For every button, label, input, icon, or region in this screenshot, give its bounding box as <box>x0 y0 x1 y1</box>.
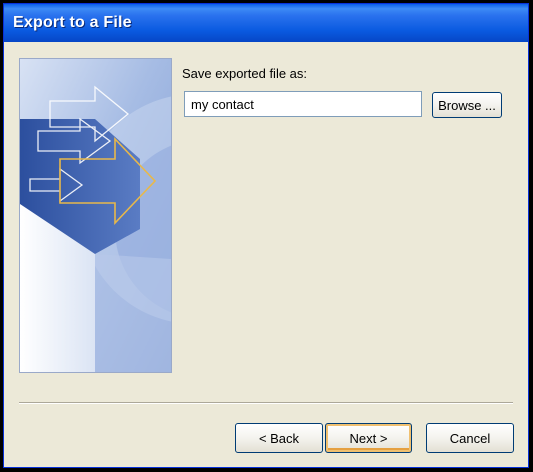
browse-button[interactable]: Browse ... <box>432 92 502 118</box>
divider <box>19 402 513 404</box>
export-arrows-icon <box>19 58 172 373</box>
window-title: Export to a File <box>13 14 132 31</box>
filename-input[interactable] <box>184 91 422 117</box>
save-as-label: Save exported file as: <box>182 66 308 81</box>
next-button[interactable]: Next > <box>325 423 412 453</box>
cancel-button[interactable]: Cancel <box>426 423 514 453</box>
title-bar[interactable]: Export to a File <box>4 4 528 42</box>
export-dialog: Export to a File Save exported file as: … <box>3 3 529 468</box>
back-button[interactable]: < Back <box>235 423 323 453</box>
